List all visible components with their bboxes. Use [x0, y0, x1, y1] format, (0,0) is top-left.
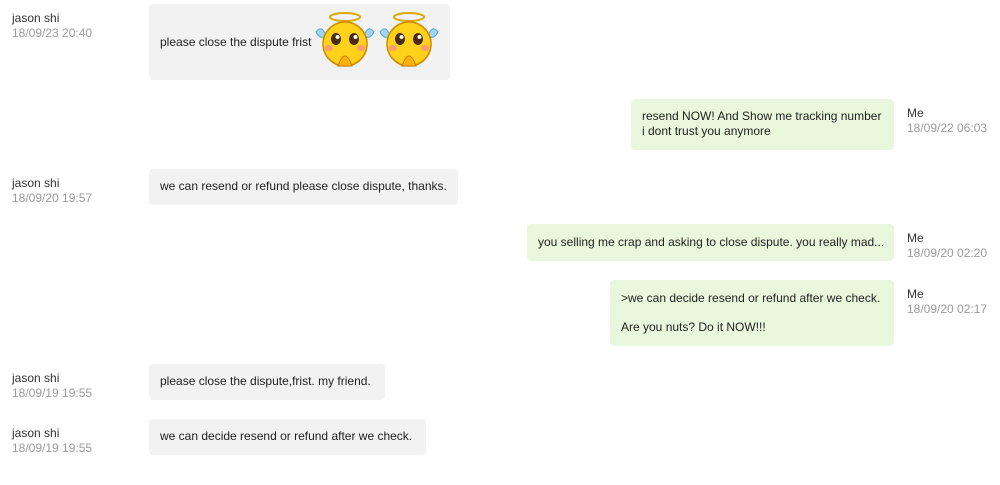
- message-text-line: i dont trust you anymore: [642, 124, 771, 138]
- message-time: 18/09/22 06:03: [907, 121, 988, 135]
- sender-meta: jason shi 18/09/23 20:40: [12, 11, 92, 41]
- angel-praying-emoji-icon: [314, 10, 376, 74]
- sender-meta: Me 18/09/20 02:20: [907, 231, 987, 261]
- message-text-line: >we can decide resend or refund after we…: [621, 291, 881, 305]
- sender-meta: Me 18/09/22 06:03: [907, 106, 987, 136]
- sender-name: jason shi: [12, 371, 60, 385]
- message-text: please close the dispute,frist. my frien…: [160, 374, 371, 388]
- message-time: 18/09/23 20:40: [12, 26, 93, 40]
- message-text: you selling me crap and asking to close …: [538, 235, 885, 249]
- message-time: 18/09/20 19:57: [12, 191, 93, 205]
- incoming-message: we can resend or refund please close dis…: [149, 169, 458, 205]
- message-text-line: resend NOW! And Show me tracking number: [642, 109, 882, 123]
- message-time: 18/09/19 19:55: [12, 386, 93, 400]
- message-text: we can decide resend or refund after we …: [160, 429, 413, 443]
- angel-praying-emoji-icon: [378, 10, 440, 74]
- incoming-message: please close the dispute,frist. my frien…: [149, 364, 385, 400]
- incoming-message: please close the dispute frist: [149, 4, 450, 80]
- incoming-message: we can decide resend or refund after we …: [149, 419, 426, 455]
- sender-meta: jason shi 18/09/19 19:55: [12, 426, 92, 456]
- sender-name: Me: [907, 106, 924, 120]
- message-text: we can resend or refund please close dis…: [160, 179, 447, 193]
- sender-name: jason shi: [12, 426, 60, 440]
- sender-meta: jason shi 18/09/19 19:55: [12, 371, 92, 401]
- sender-meta: jason shi 18/09/20 19:57: [12, 176, 92, 206]
- message-text: please close the dispute frist: [160, 34, 312, 49]
- message-text-line: Are you nuts? Do it NOW!!!: [621, 320, 766, 334]
- outgoing-message: resend NOW! And Show me tracking number …: [631, 99, 894, 150]
- message-time: 18/09/19 19:55: [12, 441, 93, 455]
- sender-name: Me: [907, 231, 924, 245]
- sender-meta: Me 18/09/20 02:17: [907, 287, 987, 317]
- outgoing-message: >we can decide resend or refund after we…: [610, 280, 894, 346]
- message-time: 18/09/20 02:17: [907, 302, 988, 316]
- message-time: 18/09/20 02:20: [907, 246, 988, 260]
- sender-name: Me: [907, 287, 924, 301]
- sender-name: jason shi: [12, 176, 60, 190]
- outgoing-message: you selling me crap and asking to close …: [527, 224, 894, 261]
- sender-name: jason shi: [12, 11, 60, 25]
